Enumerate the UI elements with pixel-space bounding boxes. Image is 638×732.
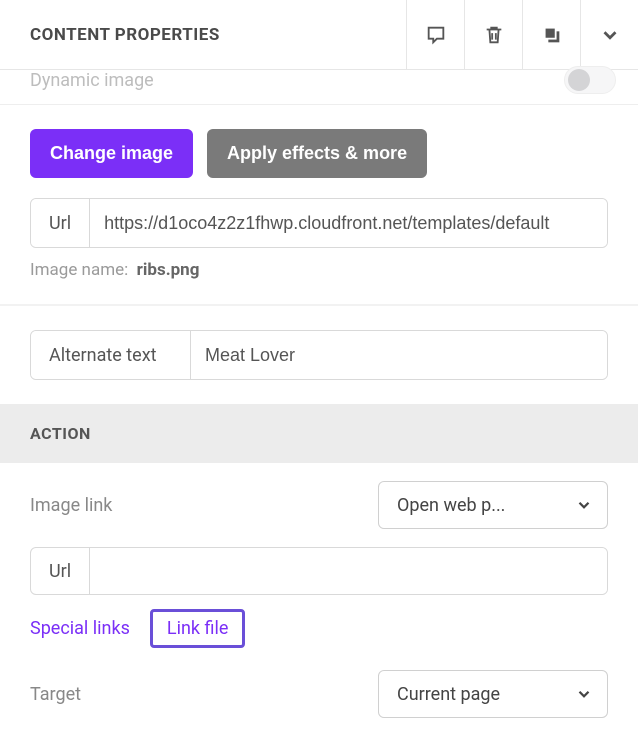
panel-title: CONTENT PROPERTIES xyxy=(30,25,220,45)
image-link-select[interactable]: Open web p... xyxy=(378,481,608,529)
action-section-header: ACTION xyxy=(0,404,638,463)
action-url-label: Url xyxy=(31,548,90,594)
image-name-row: Image name: ribs.png xyxy=(0,256,638,304)
image-name-label: Image name: xyxy=(30,260,128,280)
image-url-label: Url xyxy=(31,199,90,247)
collapse-button[interactable] xyxy=(580,0,638,69)
image-link-row: Image link Open web p... xyxy=(0,463,638,529)
image-buttons: Change image Apply effects & more xyxy=(0,105,638,198)
toggle-knob xyxy=(568,69,590,91)
comment-button[interactable] xyxy=(406,0,464,69)
target-select[interactable]: Current page xyxy=(378,670,608,718)
chevron-down-icon xyxy=(575,496,593,514)
trash-icon xyxy=(483,24,505,46)
dynamic-image-toggle[interactable] xyxy=(564,66,616,94)
duplicate-icon xyxy=(541,24,563,46)
image-url-field: Url xyxy=(30,198,608,248)
link-options-row: Special links Link file xyxy=(0,605,638,648)
chevron-down-icon xyxy=(599,24,621,46)
change-image-button[interactable]: Change image xyxy=(30,129,193,178)
image-link-value: Open web p... xyxy=(397,495,505,516)
target-row: Target Current page xyxy=(0,648,638,718)
action-url-row: Url xyxy=(0,529,638,605)
image-link-label: Image link xyxy=(30,495,112,516)
dynamic-image-row: Dynamic image xyxy=(0,66,638,105)
alt-text-row: Alternate text xyxy=(0,306,638,404)
chevron-down-icon xyxy=(575,685,593,703)
alt-text-input[interactable] xyxy=(191,331,607,379)
apply-effects-button[interactable]: Apply effects & more xyxy=(207,129,427,178)
duplicate-button[interactable] xyxy=(522,0,580,69)
comment-icon xyxy=(425,24,447,46)
target-value: Current page xyxy=(397,684,500,705)
target-label: Target xyxy=(30,684,81,705)
panel-header: CONTENT PROPERTIES xyxy=(0,0,638,70)
dynamic-image-label: Dynamic image xyxy=(30,70,154,91)
action-url-input[interactable] xyxy=(90,548,607,594)
delete-button[interactable] xyxy=(464,0,522,69)
header-actions xyxy=(406,0,638,69)
image-name-value: ribs.png xyxy=(137,260,200,280)
alt-text-label: Alternate text xyxy=(31,331,191,379)
special-links-link[interactable]: Special links xyxy=(30,618,130,639)
image-url-input[interactable] xyxy=(90,199,607,247)
link-file-button[interactable]: Link file xyxy=(150,609,246,648)
